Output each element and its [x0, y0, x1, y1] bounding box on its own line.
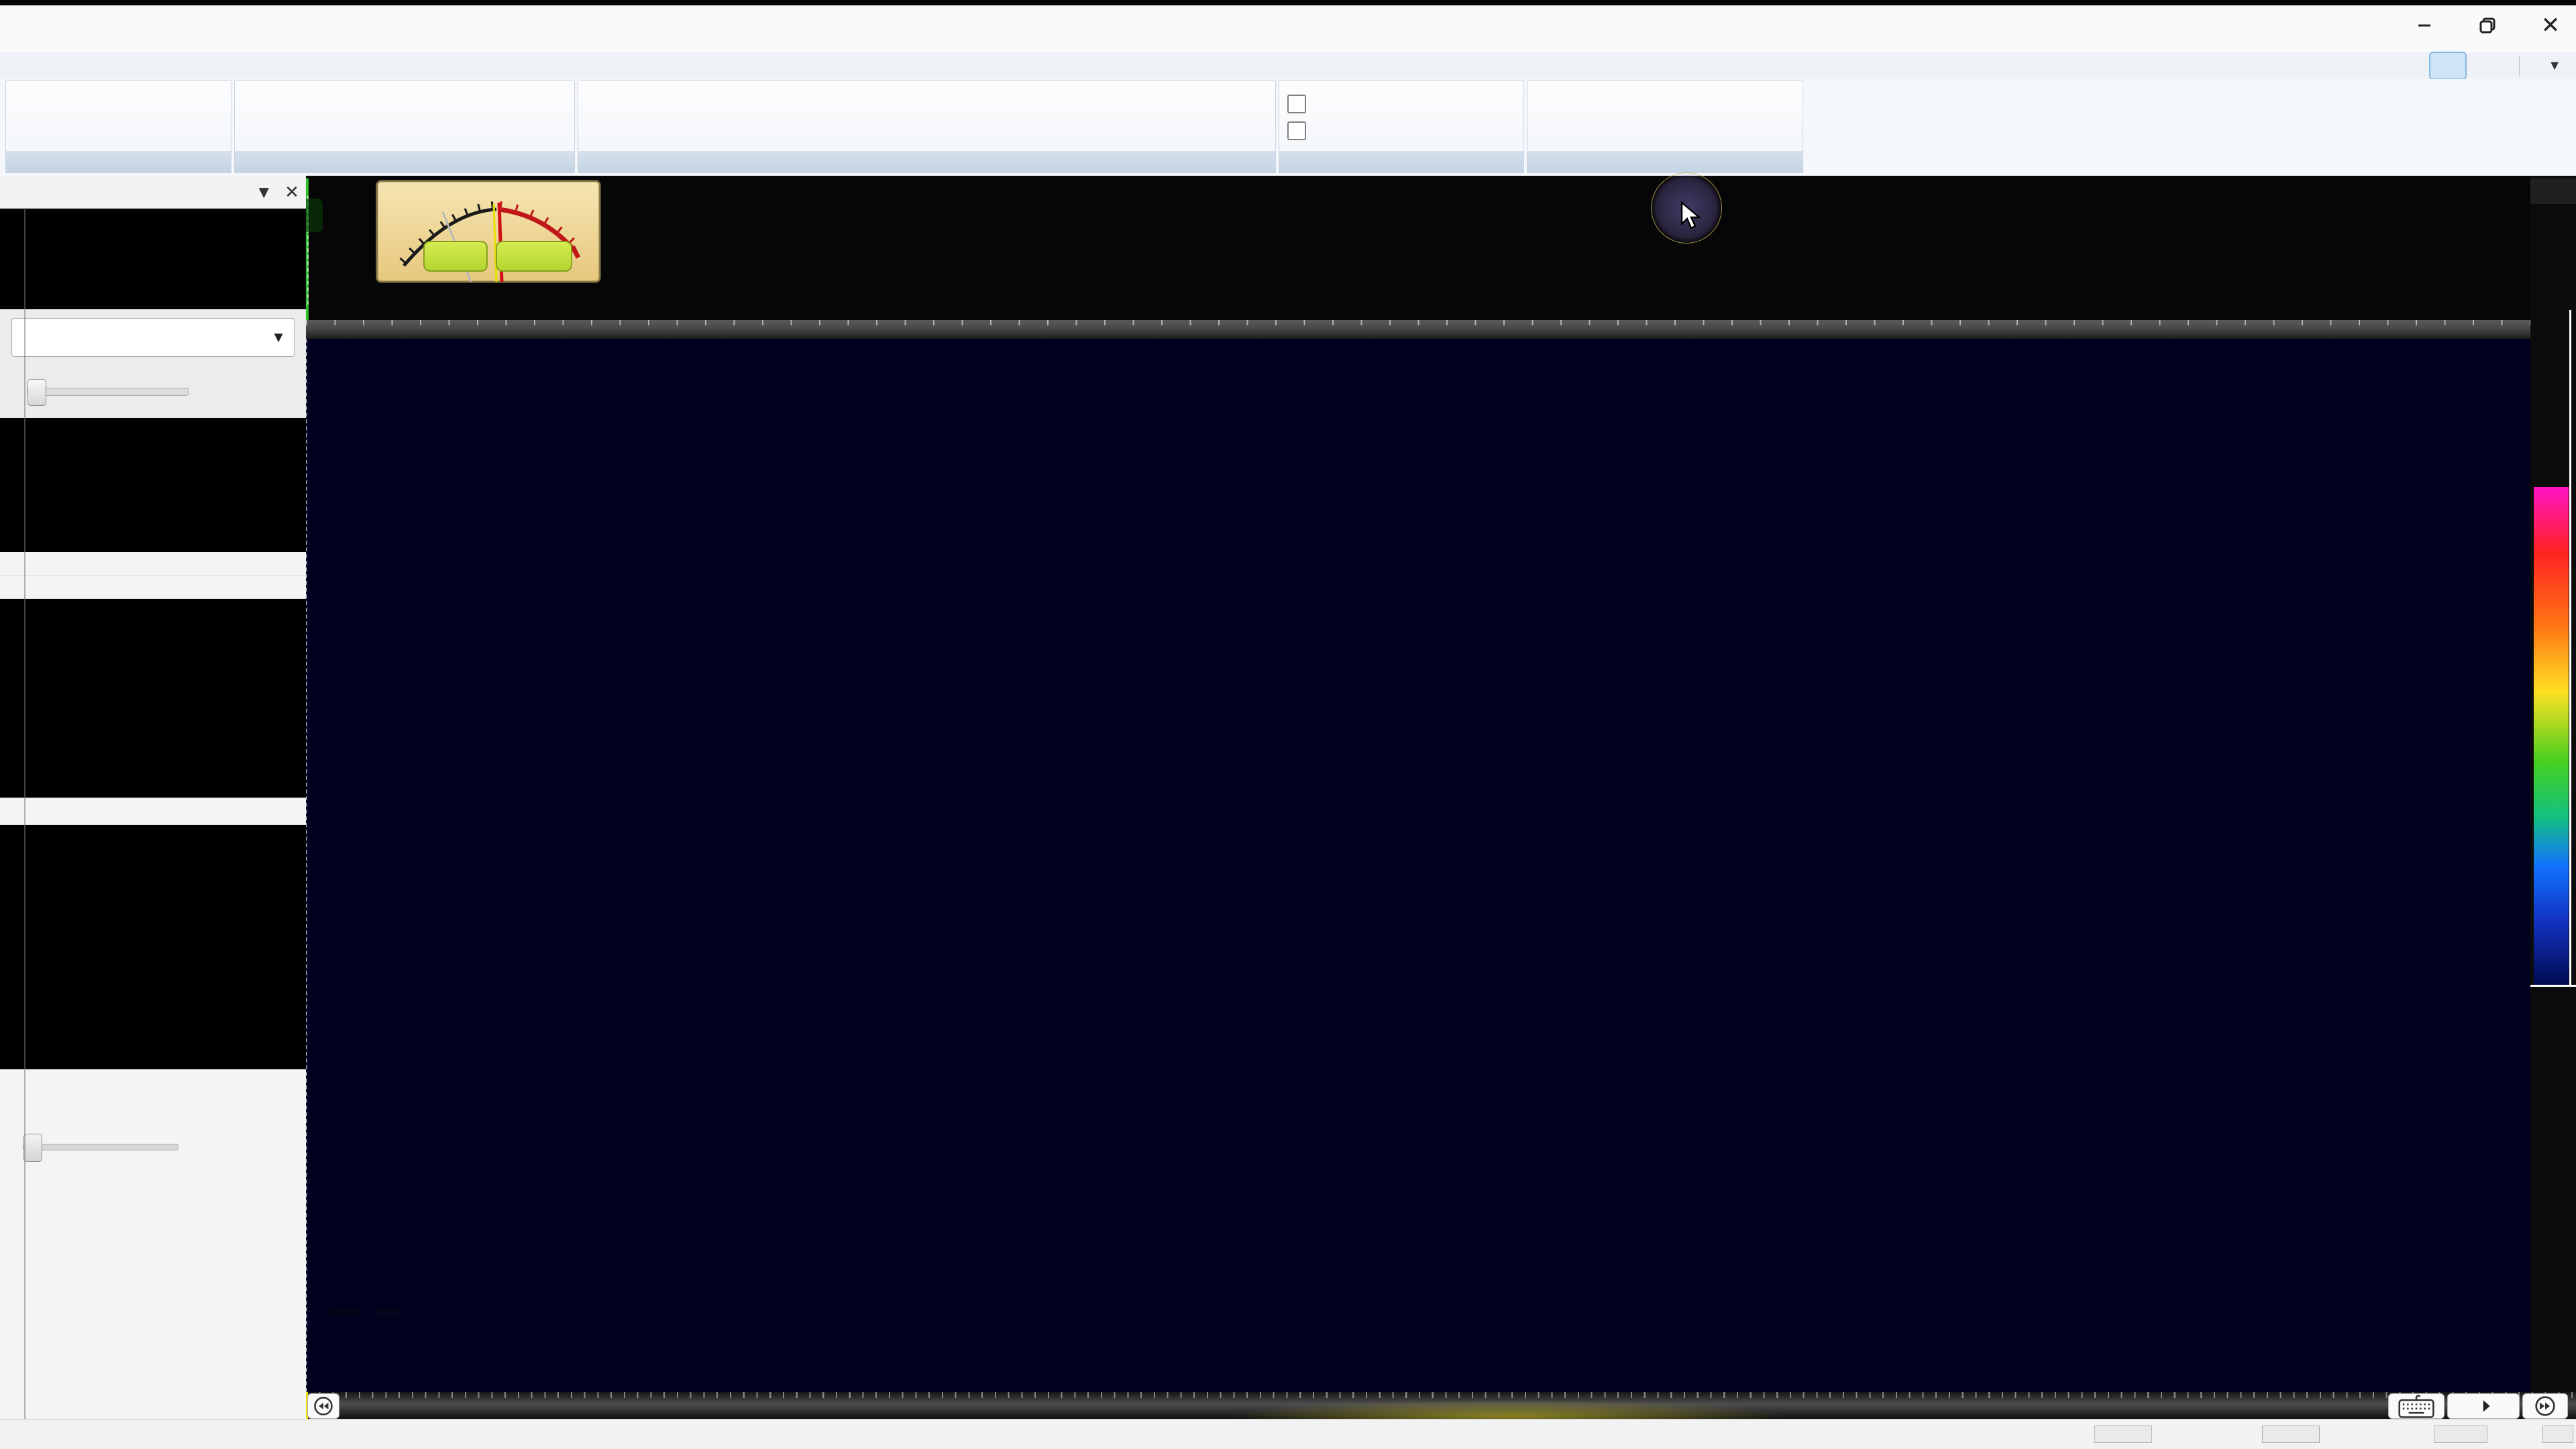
window-title: [0, 5, 2576, 52]
ribbon-group-audio: [5, 80, 231, 173]
restore-button[interactable]: [2474, 12, 2501, 39]
waterfall-colorbar[interactable]: [2530, 176, 2576, 1392]
clock-overlay: [329, 1307, 402, 1318]
panel-close-icon[interactable]: ✕: [284, 182, 299, 203]
audio-waveform: [7, 435, 299, 533]
panel-dropdown-icon[interactable]: ▼: [255, 182, 272, 203]
waveform-time-scale: [7, 418, 299, 434]
menu-bar: ▼: [0, 52, 2576, 80]
colorbar-threshold-line[interactable]: [2530, 985, 2576, 987]
status-bar: [0, 1419, 2576, 1449]
date-display: [376, 1307, 402, 1318]
rx-number-badge[interactable]: [306, 199, 323, 232]
waterfall-canvas: [306, 339, 2530, 1392]
colorbar-auto-label[interactable]: [2530, 178, 2576, 204]
radio-settings: [0, 1069, 306, 1419]
section-filter[interactable]: [0, 798, 306, 825]
monitor-2-icon[interactable]: [2475, 53, 2510, 78]
audio-device-row: ▼: [0, 309, 306, 366]
cpu-bar: [2094, 1426, 2152, 1443]
gpu-bar: [2262, 1426, 2320, 1443]
start-automatically-checkbox[interactable]: [1287, 121, 1306, 140]
window-controls: ✕: [2411, 12, 2564, 39]
group-caption: [6, 151, 231, 172]
ribbon-group-data-record: [234, 80, 575, 173]
filter-button-grid: [0, 825, 306, 1069]
group-caption: [1527, 151, 1803, 172]
audio-bar: [2434, 1426, 2487, 1443]
spectrum-frequency-scale[interactable]: [306, 320, 2530, 339]
frequency-display[interactable]: [0, 209, 306, 309]
section-if-display[interactable]: [0, 552, 306, 576]
noise-reduction-buttons: [0, 1069, 306, 1119]
ribbon-group-video: [1527, 80, 1803, 173]
show-in-status-bar-checkbox[interactable]: [1287, 95, 1306, 113]
panel-splitter[interactable]: [24, 208, 25, 1419]
keyboard-entry-button[interactable]: [2388, 1393, 2445, 1419]
mouse-cursor: [1680, 201, 1703, 234]
volume-handle[interactable]: [28, 379, 46, 406]
rx-selection-box[interactable]: [306, 178, 323, 321]
separator: [2519, 56, 2520, 76]
utc-time: [329, 1307, 361, 1318]
minimize-button[interactable]: [2411, 12, 2438, 39]
level-handle[interactable]: [23, 1134, 42, 1162]
app-logo-icon[interactable]: [5, 7, 47, 48]
rx-boundary-line: [306, 339, 307, 1392]
volume-slider[interactable]: [27, 379, 189, 406]
audio-waveform-panel: [0, 418, 306, 552]
menu-right-controls: ▼: [2429, 52, 2571, 80]
waterfall-display[interactable]: [306, 339, 2530, 1392]
receive-panel-header: ▼ ✕: [0, 176, 306, 209]
ribbon-toolbar: [0, 79, 2576, 244]
waterfall-frequency-scale[interactable]: [306, 1392, 2576, 1419]
volume-row: [0, 366, 306, 418]
monitor-1-icon[interactable]: [2429, 52, 2467, 80]
colorbar-gradient[interactable]: [2534, 487, 2569, 986]
title-bar: ✕: [0, 5, 2576, 53]
group-caption: [235, 151, 574, 172]
section-mode[interactable]: [0, 576, 306, 599]
zoom-button[interactable]: [2447, 1393, 2520, 1419]
nr-level-row: [0, 1119, 306, 1175]
mode-button-grid: [0, 599, 306, 798]
receive-panel: ▼ ✕ ▼: [0, 176, 306, 1419]
spectrum-display[interactable]: [306, 176, 2530, 339]
scroll-left-button[interactable]: [307, 1393, 339, 1419]
screen-top-strip: [0, 0, 2576, 5]
group-caption: [1279, 151, 1523, 172]
colorbar-range-line: [2569, 310, 2571, 986]
style-dropdown-arrow[interactable]: ▼: [2548, 58, 2561, 74]
s-meter: [376, 180, 601, 283]
ribbon-group-data-playback: [578, 80, 1276, 173]
waveform-time-scale: [7, 535, 299, 551]
chevron-down-icon: ▼: [271, 329, 286, 345]
audio-device-select[interactable]: ▼: [11, 318, 294, 357]
size-bar: [2542, 1426, 2573, 1443]
close-button[interactable]: ✕: [2537, 12, 2564, 39]
sdr-console-window: ✕ ▼ ▼ ✕ ▼: [0, 0, 2576, 1449]
group-caption: [578, 151, 1275, 172]
scroll-right-button[interactable]: [2522, 1393, 2568, 1419]
level-slider[interactable]: [23, 1134, 178, 1162]
ribbon-group-data-scheduler: [1279, 80, 1524, 173]
spectrum-trace: [306, 176, 2530, 320]
